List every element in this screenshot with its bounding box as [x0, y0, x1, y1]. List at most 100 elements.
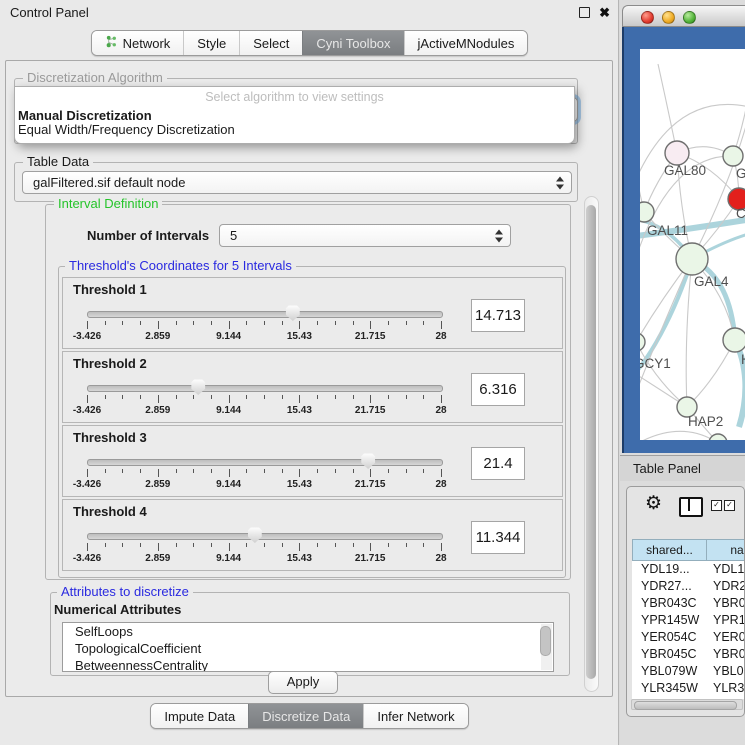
control-panel-window: Control Panel ✖ NetworkStyleSelectCyni T… [0, 0, 619, 745]
network-window-titlebar[interactable] [622, 5, 745, 27]
threshold-value-field[interactable]: 14.713 [471, 299, 525, 332]
slider-thumb[interactable] [247, 527, 262, 543]
threshold-panel-3: Threshold 3 -3.4262.8599.14415.4321.71528… [62, 425, 563, 497]
network-icon [105, 35, 118, 51]
table-row[interactable]: YER054CYER0 [632, 629, 745, 646]
cell-shared-name: YDL19... [632, 561, 706, 578]
network-node-label: C [736, 206, 745, 221]
tick-label: 15.43 [287, 331, 312, 342]
attribute-list-item[interactable]: BetweennessCentrality [63, 657, 553, 672]
tab-cyni-toolbox[interactable]: Cyni Toolbox [302, 31, 403, 55]
zoom-traffic-light-icon[interactable] [683, 11, 696, 24]
network-node[interactable] [676, 243, 708, 275]
tab-label: Style [197, 36, 226, 51]
bottom-tab-infer-network[interactable]: Infer Network [363, 704, 467, 728]
table-row[interactable]: YBR045CYBR0 [632, 646, 745, 663]
network-node[interactable] [709, 434, 727, 440]
float-window-icon[interactable] [579, 7, 590, 18]
table-row[interactable]: YBR043CYBR0 [632, 595, 745, 612]
tab-label: Discretize Data [262, 709, 350, 724]
tick-label: 21.715 [355, 405, 386, 416]
network-node[interactable] [640, 202, 654, 222]
slider-thumb[interactable] [361, 453, 376, 469]
tab-network[interactable]: Network [92, 31, 184, 55]
apply-button[interactable]: Apply [268, 671, 338, 694]
split-columns-icon[interactable] [679, 497, 703, 517]
column-header-shared[interactable]: shared... [632, 539, 707, 561]
node-table[interactable]: YDL19...YDL1YDR27...YDR2YBR043CYBR0YPR14… [632, 561, 745, 699]
network-node[interactable] [723, 328, 745, 352]
dropdown-option-manual-discretization[interactable]: Manual Discretization [15, 109, 574, 123]
table-data-value: galFiltered.sif default node [33, 175, 185, 190]
panel-vertical-scrollbar[interactable] [584, 196, 599, 692]
threshold-value-field[interactable]: 6.316 [471, 373, 525, 406]
tab-jactivemnodules[interactable]: jActiveMNodules [404, 31, 528, 55]
num-intervals-value: 5 [230, 228, 237, 243]
threshold-slider[interactable] [87, 459, 443, 466]
table-horizontal-scrollbar[interactable] [631, 699, 743, 710]
attribute-list-item[interactable]: SelfLoops [63, 623, 553, 640]
bottom-tab-impute-data[interactable]: Impute Data [151, 704, 248, 728]
slider-thumb[interactable] [285, 305, 300, 321]
network-node-label: GCY1 [640, 356, 671, 371]
algorithm-dropdown-popup: Select algorithm to view settings Manual… [14, 86, 575, 144]
table-row[interactable]: YBL079WYBL0 [632, 663, 745, 680]
network-canvas[interactable]: GAL80GACGAL11GAL4GCY1HHAP2 [640, 49, 745, 440]
combo-stepper-icon [555, 176, 564, 189]
network-node-label: H [741, 352, 745, 367]
network-node[interactable] [665, 141, 689, 165]
threshold-slider[interactable] [87, 311, 443, 318]
table-row[interactable]: YLR345WYLR3 [632, 680, 745, 697]
network-edge [640, 431, 718, 440]
slider-ticks [87, 469, 441, 478]
table-row[interactable]: YPR145WYPR1 [632, 612, 745, 629]
tick-label: 28 [435, 553, 446, 564]
close-icon[interactable]: ✖ [599, 6, 610, 19]
threshold-slider[interactable] [87, 533, 443, 540]
bottom-tab-discretize-data[interactable]: Discretize Data [248, 704, 363, 728]
tick-label: 9.144 [216, 405, 241, 416]
threshold-slider[interactable] [87, 385, 443, 392]
tick-label: 2.859 [145, 405, 170, 416]
network-edge [692, 104, 745, 259]
tick-label: -3.426 [73, 479, 101, 490]
tab-style[interactable]: Style [183, 31, 239, 55]
threshold-label: Threshold 1 [73, 282, 147, 297]
threshold-value-field[interactable]: 21.4 [471, 447, 525, 480]
table-row[interactable]: YDR27...YDR2 [632, 578, 745, 595]
table-row[interactable]: YDL19...YDL1 [632, 561, 745, 578]
network-node[interactable] [723, 146, 743, 166]
slider-tick-labels: -3.4262.8599.14415.4321.71528 [87, 479, 441, 491]
checkbox-icon[interactable]: ✓ [724, 500, 735, 511]
threshold-panel-4: Threshold 4-3.4262.8599.14415.4321.71528… [62, 499, 563, 571]
checkbox-icon[interactable]: ✓ [711, 500, 722, 511]
dropdown-option-equal-width-frequency-discretization[interactable]: Equal Width/Frequency Discretization [15, 123, 574, 137]
close-traffic-light-icon[interactable] [641, 11, 654, 24]
network-node[interactable] [640, 333, 645, 351]
cell-shared-name: YBL079W [632, 663, 706, 680]
num-intervals-combobox[interactable]: 5 [219, 224, 511, 247]
tab-select[interactable]: Select [239, 31, 302, 55]
network-node-label: GAL4 [694, 274, 729, 289]
tab-label: jActiveMNodules [418, 36, 515, 51]
gear-icon[interactable]: ⚙ [645, 492, 662, 515]
tick-label: -3.426 [73, 331, 101, 342]
column-header-name[interactable]: na [706, 539, 745, 561]
slider-ticks [87, 543, 441, 552]
dropdown-placeholder: Select algorithm to view settings [15, 90, 574, 104]
cell-name: YPR1 [706, 612, 745, 629]
attributes-scrollbar[interactable] [541, 624, 552, 670]
minimize-traffic-light-icon[interactable] [662, 11, 675, 24]
threshold-label: Threshold 3 [73, 430, 147, 445]
combo-stepper-icon [494, 229, 503, 242]
tick-label: 21.715 [355, 331, 386, 342]
bottom-tab-bar: Impute Data Discretize Data Infer Network [0, 703, 619, 729]
attribute-list-item[interactable]: TopologicalCoefficient [63, 640, 553, 657]
table-data-combobox[interactable]: galFiltered.sif default node [22, 171, 572, 194]
tick-label: 2.859 [145, 479, 170, 490]
threshold-value-field[interactable]: 11.344 [471, 521, 525, 554]
numerical-attributes-list[interactable]: SelfLoopsTopologicalCoefficientBetweenne… [62, 622, 554, 672]
numerical-attributes-label: Numerical Attributes [54, 602, 181, 617]
tick-label: 9.144 [216, 331, 241, 342]
slider-thumb[interactable] [191, 379, 206, 395]
